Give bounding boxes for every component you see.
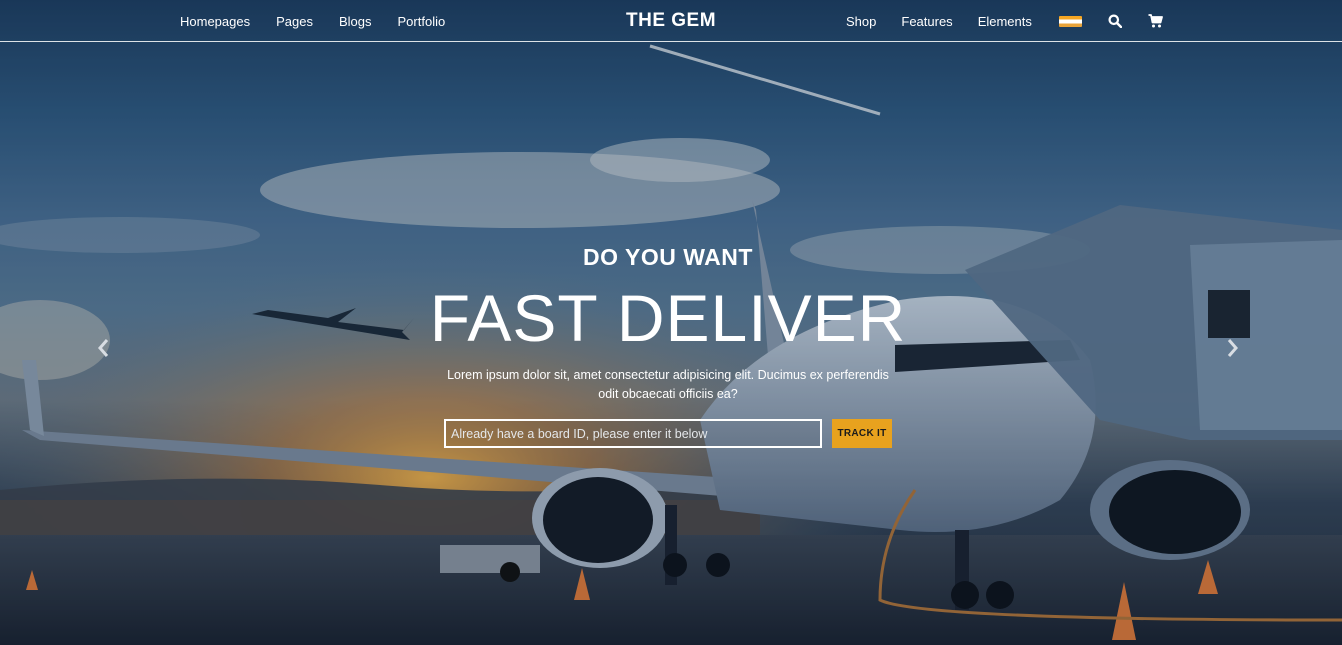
- nav-shop[interactable]: Shop: [846, 14, 876, 29]
- chevron-left-icon[interactable]: [94, 336, 114, 360]
- cart-icon[interactable]: [1148, 13, 1164, 29]
- hero-description: Lorem ipsum dolor sit, amet consectetur …: [447, 368, 889, 401]
- hero-slider: Homepages Pages Blogs Portfolio THE GEM …: [0, 0, 1342, 645]
- nav-pages[interactable]: Pages: [276, 14, 313, 29]
- hero-headline: FAST DELIVER: [0, 280, 1342, 356]
- flag-icon[interactable]: [1058, 15, 1082, 27]
- nav-homepages[interactable]: Homepages: [180, 14, 250, 29]
- nav-blogs[interactable]: Blogs: [339, 14, 372, 29]
- site-logo[interactable]: THE GEM: [626, 10, 716, 32]
- nav-right: Shop Features Elements: [846, 0, 1164, 42]
- hero-headline-text: FAST DELIVER: [429, 281, 907, 355]
- chevron-right-icon[interactable]: [1222, 336, 1242, 360]
- nav-portfolio[interactable]: Portfolio: [398, 14, 446, 29]
- nav-features[interactable]: Features: [901, 14, 952, 29]
- nav-left: Homepages Pages Blogs Portfolio: [180, 0, 445, 42]
- hero-kicker-text: DO YOU WANT: [583, 244, 753, 270]
- track-id-input[interactable]: [444, 419, 822, 448]
- search-icon[interactable]: [1107, 13, 1123, 29]
- track-it-button[interactable]: TRACK IT: [832, 419, 892, 448]
- site-header: Homepages Pages Blogs Portfolio THE GEM …: [0, 0, 1342, 42]
- nav-elements[interactable]: Elements: [978, 14, 1032, 29]
- hero-kicker: DO YOU WANT: [0, 244, 1342, 271]
